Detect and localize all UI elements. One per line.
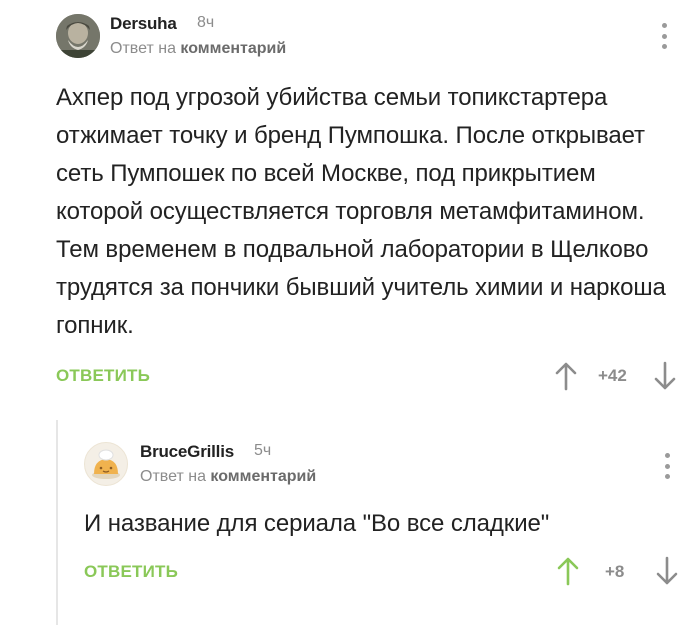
reply-info: Ответ на комментарий (110, 40, 286, 58)
comment-author[interactable]: Dersuha (110, 14, 177, 34)
comment-text: Ахпер под угрозой убийства семьи топикст… (56, 84, 666, 339)
comment: Dersuha 8ч Ответ на комментарий Ахпер по… (0, 0, 700, 400)
comment-time: 5ч (254, 442, 272, 459)
rating-count: +8 (605, 562, 625, 581)
rating-count: +42 (598, 366, 627, 385)
downvote-button[interactable] (654, 555, 680, 587)
comments-page: Dersuha 8ч Ответ на комментарий Ахпер по… (0, 0, 700, 625)
arrow-up-icon (555, 362, 577, 391)
reply-target-link[interactable]: комментарий (210, 468, 316, 485)
reply-target-link[interactable]: комментарий (180, 40, 286, 57)
more-options-button[interactable] (662, 453, 672, 479)
comment-reply: BruceGrillis 5ч Ответ на комментарий И н… (56, 420, 700, 625)
reply-prefix: Ответ на (140, 468, 206, 485)
avatar-bun-icon (92, 449, 120, 479)
upvote-button[interactable] (555, 555, 581, 587)
avatar[interactable] (84, 442, 128, 486)
reply-button[interactable]: ОТВЕТИТЬ (84, 562, 178, 582)
comment-text: И название для сериала "Во все сладкие" (84, 510, 550, 537)
reply-button[interactable]: ОТВЕТИТЬ (56, 366, 150, 386)
comment-time: 8ч (197, 14, 215, 31)
upvote-button[interactable] (553, 360, 579, 392)
comment-author[interactable]: BruceGrillis (140, 442, 234, 462)
avatar[interactable] (56, 14, 100, 58)
avatar-photo-icon (56, 14, 100, 58)
reply-info: Ответ на комментарий (140, 468, 316, 486)
more-vertical-icon (661, 23, 667, 28)
arrow-down-icon (654, 361, 676, 390)
more-options-button[interactable] (659, 23, 669, 49)
reply-prefix: Ответ на (110, 40, 176, 57)
more-vertical-icon (664, 453, 670, 458)
arrow-down-icon (656, 556, 678, 585)
arrow-up-icon (557, 557, 579, 586)
downvote-button[interactable] (652, 360, 678, 392)
